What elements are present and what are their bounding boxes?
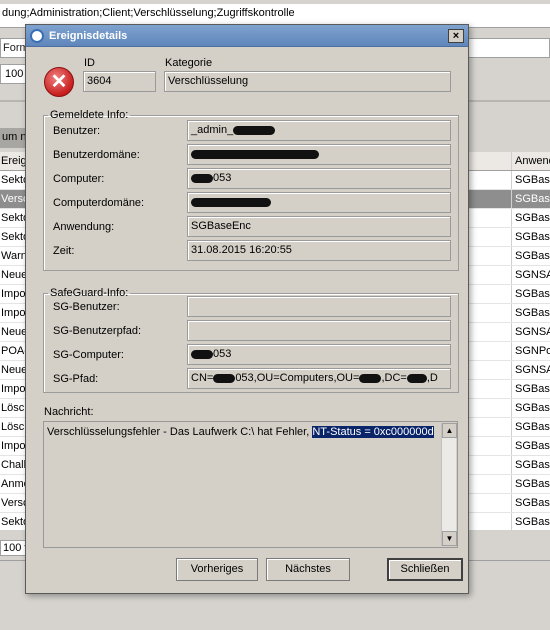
id-value: 3604 — [83, 71, 156, 92]
table-row-event[interactable]: Challe — [0, 456, 25, 475]
event-details-dialog: Ereignisdetails × ✕ ID 3604 Kategorie Ve… — [25, 24, 469, 594]
previous-button[interactable]: Vorheriges — [176, 558, 258, 581]
table-row-event[interactable]: Impor — [0, 285, 25, 304]
safeguard-info-legend: SafeGuard-Info: — [50, 287, 129, 299]
table-cell: SGBase — [511, 190, 550, 208]
sg-computer-value-text: 053 — [213, 348, 232, 360]
table-row-event[interactable]: Sekto — [0, 513, 25, 530]
table-cell: SGBase — [511, 513, 550, 530]
table-cell: SGNSAS — [511, 266, 550, 284]
sg-path-label: SG-Pfad: — [53, 373, 99, 385]
table-row-event[interactable]: Sekto — [0, 209, 25, 228]
message-text: Verschlüsselungsfehler - Das Laufwerk C:… — [47, 426, 313, 438]
sg-user-label: SG-Benutzer: — [53, 301, 120, 313]
sg-path-part-2: 053,OU=Computers,OU= — [235, 372, 360, 384]
error-icon: ✕ — [44, 67, 74, 97]
close-dialog-button[interactable]: Schließen — [387, 558, 463, 581]
table-cell: SGBase — [511, 285, 550, 303]
user-domain-value — [187, 144, 451, 165]
redaction-mark — [191, 173, 213, 183]
table-row-event[interactable]: Lösch — [0, 418, 25, 437]
table-cell: SGBase — [511, 399, 550, 417]
sg-computer-label: SG-Computer: — [53, 349, 124, 361]
message-label: Nachricht: — [44, 406, 94, 418]
sg-path-part-4: ,D — [426, 372, 438, 384]
redaction-mark — [233, 125, 276, 135]
header-cell: Anwend — [511, 152, 550, 170]
redaction-mark — [213, 373, 236, 383]
user-value: _admin_ — [187, 120, 451, 141]
event-table-left-column: EreignSektoVerschSektoSektoWarnuNeueImpo… — [0, 152, 26, 530]
dialog-titlebar[interactable]: Ereignisdetails × — [26, 25, 468, 47]
table-row-event[interactable]: Neue — [0, 361, 25, 380]
table-cell: SGBase — [511, 247, 550, 265]
computer-domain-value — [187, 192, 451, 213]
column-header-event[interactable]: Ereign — [0, 152, 25, 171]
computer-label: Computer: — [53, 173, 105, 185]
table-cell: SGBase — [511, 171, 550, 189]
table-cell: SGBase — [511, 209, 550, 227]
table-row-event[interactable]: Neue — [0, 323, 25, 342]
redaction-mark — [359, 373, 382, 383]
sg-user-path-value — [187, 320, 451, 341]
application-label: Anwendung: — [53, 221, 115, 233]
category-label: Kategorie — [165, 57, 213, 69]
info-icon — [30, 28, 44, 43]
message-selected-text: NT-Status = 0xc000000d — [312, 426, 434, 438]
table-row-event[interactable]: POA-E — [0, 342, 25, 361]
computer-value: 053 — [187, 168, 451, 189]
sg-path-part-1: CN= — [191, 372, 214, 384]
scroll-down-icon[interactable]: ▼ — [442, 531, 457, 546]
table-cell: SGNSAS — [511, 323, 550, 341]
next-button[interactable]: Nächstes — [266, 558, 350, 581]
time-label: Zeit: — [53, 245, 75, 257]
table-cell: SGBase — [511, 304, 550, 322]
table-cell: SGBase — [511, 380, 550, 398]
table-cell: SGBase — [511, 228, 550, 246]
close-button[interactable]: × — [448, 28, 464, 43]
table-row-event[interactable]: Versch — [0, 190, 25, 209]
table-row-event[interactable]: Versch — [0, 494, 25, 513]
reported-info-legend: Gemeldete Info: — [50, 109, 129, 121]
sg-user-value — [187, 296, 451, 317]
computer-domain-label: Computerdomäne: — [53, 197, 145, 209]
category-value: Verschlüsselung — [164, 71, 451, 92]
message-scrollbar[interactable]: ▲ ▼ — [441, 423, 457, 546]
table-cell: SGBase — [511, 456, 550, 474]
table-row-event[interactable]: Sekto — [0, 228, 25, 247]
table-cell: SGBase — [511, 418, 550, 436]
table-row-event[interactable]: Neue — [0, 266, 25, 285]
sg-path-part-3: ,DC= — [381, 372, 407, 384]
application-value: SGBaseEnc — [187, 216, 451, 237]
sg-user-path-label: SG-Benutzerpfad: — [53, 325, 142, 337]
table-row-event[interactable]: Impor — [0, 304, 25, 323]
table-cell: SGBase — [511, 494, 550, 512]
table-row-event[interactable]: Warnu — [0, 247, 25, 266]
user-domain-label: Benutzerdomäne: — [53, 149, 140, 161]
dialog-title: Ereignisdetails — [49, 29, 128, 42]
user-value-text: _admin_ — [191, 124, 234, 136]
table-cell: SGBase — [511, 475, 550, 493]
table-row-event[interactable]: Impor — [0, 380, 25, 399]
redaction-mark — [191, 149, 319, 159]
table-row-event[interactable]: Impor — [0, 437, 25, 456]
redaction-mark — [191, 349, 213, 359]
computer-value-text: 053 — [213, 172, 232, 184]
message-textarea[interactable]: Verschlüsselungsfehler - Das Laufwerk C:… — [43, 421, 458, 548]
table-cell: SGBase — [511, 437, 550, 455]
redaction-mark — [191, 197, 271, 207]
time-value: 31.08.2015 16:20:55 — [187, 240, 451, 261]
table-cell: SGNPoa — [511, 342, 550, 360]
table-row-event[interactable]: Anme — [0, 475, 25, 494]
redaction-mark — [406, 373, 427, 383]
user-label: Benutzer: — [53, 125, 101, 137]
scroll-up-icon[interactable]: ▲ — [442, 423, 457, 438]
sg-computer-value: 053 — [187, 344, 451, 365]
table-cell: SGNSAS — [511, 361, 550, 379]
sg-path-value: CN= 053,OU=Computers,OU= ,DC= ,D — [187, 368, 451, 389]
table-row-event[interactable]: Sekto — [0, 171, 25, 190]
table-row-event[interactable]: Lösch — [0, 399, 25, 418]
id-label: ID — [84, 57, 95, 69]
